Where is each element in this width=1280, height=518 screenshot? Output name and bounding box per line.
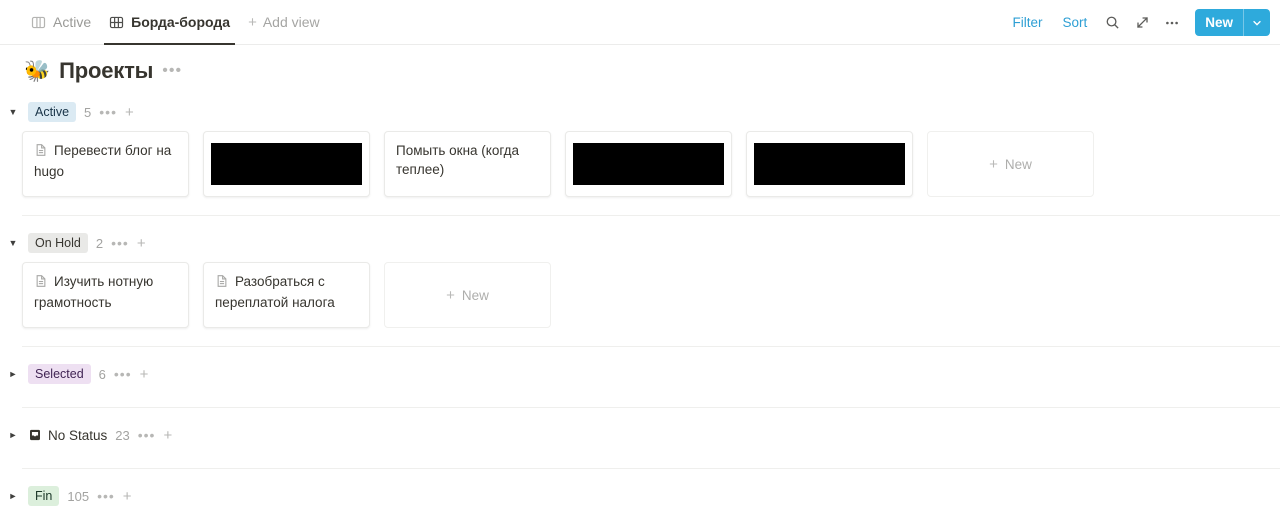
add-view-button[interactable]: + Add view <box>239 14 329 30</box>
redacted-content <box>211 143 362 185</box>
card-title: Перевести блог на hugo <box>34 143 172 179</box>
filter-button[interactable]: Filter <box>1004 11 1050 34</box>
board-group: ► No Status 23 ••• + <box>0 420 1280 469</box>
group-header: ► Fin 105 ••• + <box>0 481 1280 511</box>
group-add-card-icon[interactable]: + <box>125 105 134 120</box>
tab-borda-boroda[interactable]: Борда-борода <box>100 0 239 45</box>
board-group: ► Fin 105 ••• + <box>0 481 1280 518</box>
page-icon <box>215 274 229 293</box>
tab-active-label: Active <box>53 14 92 30</box>
group-more-options-icon[interactable]: ••• <box>111 236 129 250</box>
page-icon <box>34 274 48 293</box>
page-header: 🐝 Проекты ••• <box>0 45 1280 85</box>
card-title: Изучить нотную грамотность <box>34 274 154 310</box>
group-count: 2 <box>95 235 104 251</box>
view-tabs: Active Борда-борода + Add view <box>22 0 329 45</box>
group-header: ▼ Active 5 ••• + <box>0 97 1280 127</box>
group-more-options-icon[interactable]: ••• <box>138 428 156 442</box>
chevron-down-icon[interactable] <box>1243 9 1270 36</box>
group-divider <box>22 468 1280 469</box>
sort-button[interactable]: Sort <box>1054 11 1095 34</box>
group-more-options-icon[interactable]: ••• <box>99 105 117 119</box>
card-title: Помыть окна (когда теплее) <box>396 143 520 177</box>
expand-group-icon[interactable]: ► <box>6 367 20 381</box>
board-view-icon <box>31 15 46 30</box>
toolbar-actions: Filter Sort New <box>1004 0 1270 45</box>
search-icon[interactable] <box>1099 10 1125 36</box>
page-title: Проекты <box>59 58 154 83</box>
new-card-button[interactable]: + New <box>927 131 1094 197</box>
board-card[interactable] <box>565 131 732 197</box>
group-add-card-icon[interactable]: + <box>123 489 132 504</box>
tab-active[interactable]: Active <box>22 0 100 45</box>
expand-icon[interactable] <box>1129 10 1155 36</box>
board-card[interactable]: Помыть окна (когда теплее) <box>384 131 551 197</box>
group-header: ► No Status 23 ••• + <box>0 420 1280 450</box>
collapse-group-icon[interactable]: ▼ <box>6 105 20 119</box>
group-cards: Изучить нотную грамотность Разобраться с … <box>0 258 1280 328</box>
new-card-button[interactable]: + New <box>384 262 551 328</box>
board-groups: ▼ Active 5 ••• + Перевести блог на hugo Помыть… <box>0 97 1280 518</box>
group-status-badge[interactable]: Fin <box>28 485 60 507</box>
card-title: Разобраться с переплатой налога <box>215 274 335 310</box>
collapse-group-icon[interactable]: ▼ <box>6 236 20 250</box>
expand-group-icon[interactable]: ► <box>6 428 20 442</box>
group-add-card-icon[interactable]: + <box>137 236 146 251</box>
plus-icon: + <box>248 13 257 31</box>
page-more-options-icon[interactable]: ••• <box>162 63 182 79</box>
group-add-card-icon[interactable]: + <box>163 428 172 443</box>
group-status-badge[interactable]: Active <box>28 101 77 123</box>
plus-icon: + <box>446 286 455 304</box>
group-divider <box>22 407 1280 408</box>
bee-icon: 🐝 <box>24 59 51 83</box>
group-status-badge[interactable]: On Hold <box>28 232 88 254</box>
group-count: 5 <box>84 104 92 120</box>
new-card-label: New <box>1004 156 1032 172</box>
group-count: 105 <box>67 488 90 504</box>
group-count: 23 <box>115 427 130 443</box>
new-button[interactable]: New <box>1195 9 1270 36</box>
group-cards: Перевести блог на hugo Помыть окна (когда… <box>0 127 1280 197</box>
group-header: ▼ On Hold 2 ••• + <box>0 228 1280 258</box>
board-group: ► Selected 6 ••• + <box>0 359 1280 408</box>
inbox-icon <box>28 428 42 442</box>
plus-icon: + <box>989 155 998 173</box>
page-icon <box>34 143 48 162</box>
group-status-label[interactable]: No Status <box>28 428 107 443</box>
group-status-text: No Status <box>48 427 108 443</box>
group-header: ► Selected 6 ••• + <box>0 359 1280 389</box>
group-more-options-icon[interactable]: ••• <box>97 489 115 503</box>
group-more-options-icon[interactable]: ••• <box>114 367 132 381</box>
add-view-label: Add view <box>262 14 320 30</box>
board-card[interactable]: Разобраться с переплатой налога <box>203 262 370 328</box>
group-divider <box>22 346 1280 347</box>
redacted-content <box>573 143 724 185</box>
group-divider <box>22 215 1280 216</box>
group-add-card-icon[interactable]: + <box>140 367 149 382</box>
group-status-badge[interactable]: Selected <box>28 363 91 385</box>
gallery-view-icon <box>109 15 124 30</box>
view-toolbar: Active Борда-борода + Add view Filter So… <box>0 0 1280 45</box>
expand-group-icon[interactable]: ► <box>6 489 20 503</box>
board-card[interactable]: Изучить нотную грамотность <box>22 262 189 328</box>
new-card-label: New <box>461 287 489 303</box>
redacted-content <box>754 143 905 185</box>
more-options-icon[interactable] <box>1159 10 1185 36</box>
group-count: 6 <box>98 366 106 382</box>
board-group: ▼ On Hold 2 ••• + Изучить нотную грамотность Р… <box>0 228 1280 347</box>
board-group: ▼ Active 5 ••• + Перевести блог на hugo Помыть… <box>0 97 1280 216</box>
board-card[interactable] <box>203 131 370 197</box>
tab-borda-boroda-label: Борда-борода <box>131 14 231 30</box>
board-card[interactable]: Перевести блог на hugo <box>22 131 189 197</box>
new-button-label: New <box>1205 15 1233 30</box>
board-card[interactable] <box>746 131 913 197</box>
